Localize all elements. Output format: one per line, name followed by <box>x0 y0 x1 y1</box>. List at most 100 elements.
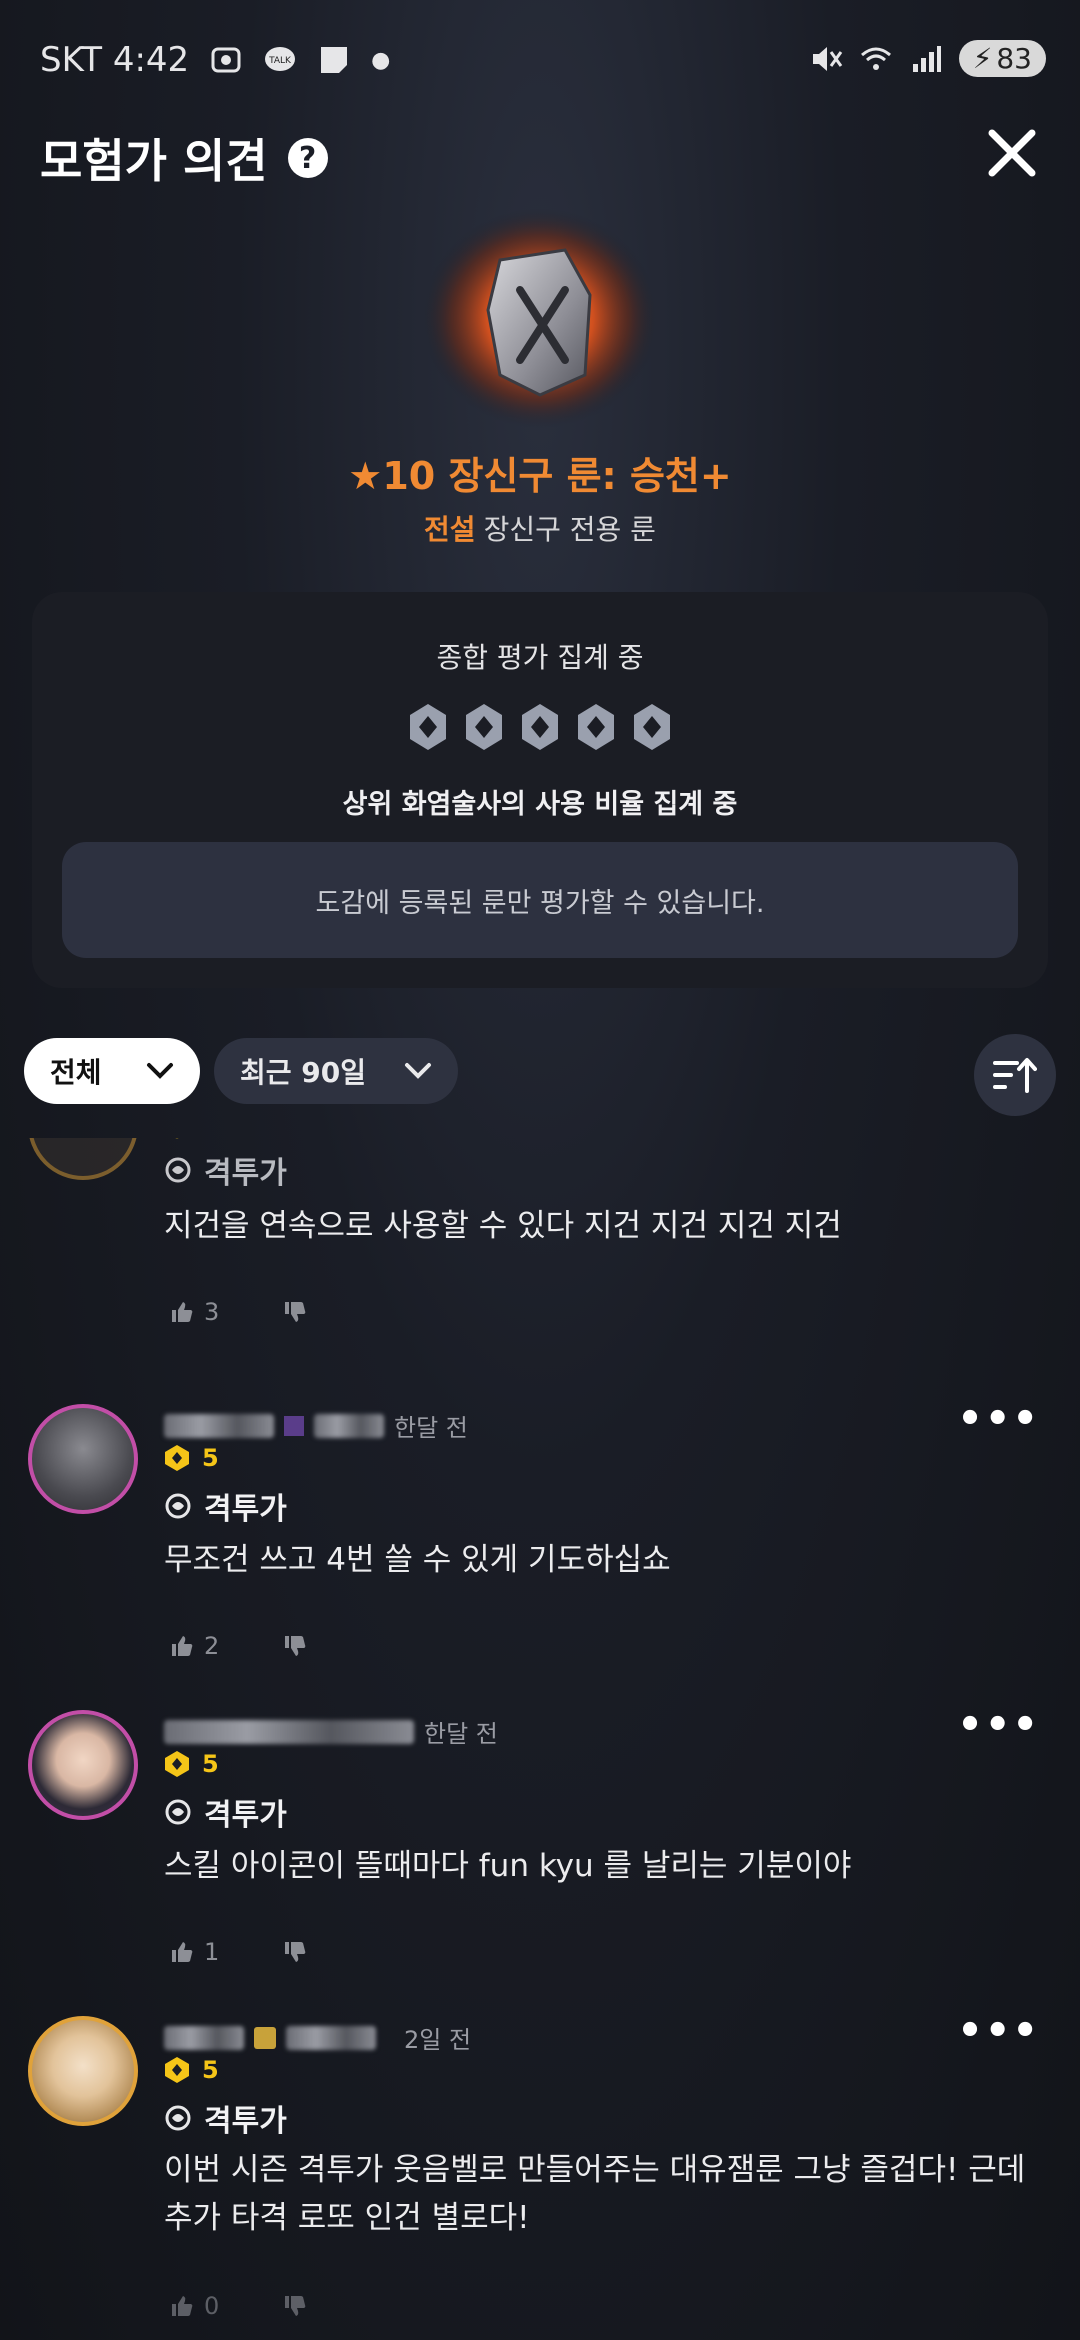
class-fist-icon <box>165 2105 191 2131</box>
class-name: 격투가 <box>204 2104 287 2139</box>
status-left: SKT 4:42 TALK ● <box>40 40 390 80</box>
level-value: 5 <box>202 1750 219 1778</box>
page-title: 모험가 의견 <box>40 134 268 188</box>
like-button[interactable]: 3 <box>170 1298 219 1326</box>
avatar[interactable] <box>28 1138 138 1180</box>
close-icon[interactable] <box>984 125 1040 181</box>
reaction-row: 3 <box>170 1298 307 1326</box>
period-filter-dropdown[interactable]: 최근 90일 <box>214 1038 458 1104</box>
author-meta: 2일 전 <box>164 2020 471 2055</box>
class-name: 격투가 <box>204 1798 287 1833</box>
author-badge <box>284 1415 304 1436</box>
rating-placeholder-icon <box>410 704 446 750</box>
evaluation-card: 종합 평가 집계 중 상위 화염술사의 사용 비율 집계 중 도감에 등록된 룬… <box>32 592 1048 988</box>
like-count: 2 <box>204 1632 220 1660</box>
rating-placeholder-icon <box>634 704 670 750</box>
thumbs-down-icon <box>285 1636 306 1656</box>
level-value: 5 <box>202 1138 219 1140</box>
mute-icon <box>812 46 842 71</box>
battery-level: 83 <box>996 42 1032 75</box>
wifi-icon <box>860 47 891 70</box>
rating-placeholder-icon <box>522 704 558 750</box>
author-name-redacted <box>164 1413 274 1438</box>
author-name-redacted <box>164 2025 244 2050</box>
avatar[interactable] <box>28 1710 138 1820</box>
like-button[interactable]: 0 <box>170 2292 219 2320</box>
signal-icon <box>912 45 941 72</box>
rune-subtitle: 전설 장신구 전용 룬 <box>0 508 1080 548</box>
usage-ratio-text: 상위 화염술사의 사용 비율 집계 중 <box>342 789 738 820</box>
class-label: 격투가 <box>164 1484 287 1528</box>
thumbs-down-icon <box>285 1302 306 1322</box>
rating-placeholder-icon <box>466 704 502 750</box>
class-fist-icon <box>165 1157 191 1183</box>
thumbs-up-icon <box>172 1636 193 1656</box>
rune-type: 장신구 전용 룬 <box>483 513 656 546</box>
header: 모험가 의견 ? <box>40 125 1040 195</box>
comment-text: 무조건 쓰고 4번 쓸 수 있게 기도하십쇼 <box>164 1542 671 1578</box>
status-bar: SKT 4:42 TALK ● ⚡ 83 <box>0 0 1080 120</box>
note-icon <box>321 47 348 73</box>
dislike-button[interactable] <box>283 1634 307 1658</box>
sort-icon <box>993 1058 1037 1093</box>
reaction-row: 0 <box>170 2292 307 2320</box>
comment-time: 2일 전 <box>404 2026 472 2054</box>
like-count: 0 <box>204 2292 220 2320</box>
reaction-row: 1 <box>170 1938 307 1966</box>
battery-indicator: ⚡ 83 <box>958 40 1046 77</box>
class-name: 격투가 <box>204 1492 287 1527</box>
comment-list[interactable]: 5 격투가 지건을 연속으로 사용할 수 있다 지건 지건 지건 지건 3 한달… <box>0 1138 1080 2340</box>
sort-button[interactable] <box>974 1034 1056 1116</box>
screenshot-icon <box>211 47 241 73</box>
author-meta: 한달 전 <box>164 1714 498 1749</box>
evaluation-notice: 도감에 등록된 룬만 평가할 수 있습니다. <box>62 842 1018 958</box>
avatar[interactable] <box>28 1404 138 1514</box>
thumbs-up-icon <box>172 2296 193 2316</box>
page-title-wrap: 모험가 의견 ? <box>40 125 328 191</box>
like-count: 1 <box>204 1938 220 1966</box>
like-button[interactable]: 1 <box>170 1938 219 1966</box>
more-options-button[interactable]: ••• <box>957 1702 1040 1748</box>
class-label: 격투가 <box>164 1790 287 1834</box>
level-icon <box>165 1751 189 1777</box>
level-value: 5 <box>202 2056 219 2084</box>
chevron-down-icon <box>405 1063 431 1079</box>
class-name: 격투가 <box>204 1156 287 1191</box>
comment-item: 한달 전 ••• 5 격투가 스킬 아이콘이 뜰때마다 fun kyu 를 날리… <box>0 1702 1080 2010</box>
thumbs-down-icon <box>285 1942 306 1962</box>
dislike-button[interactable] <box>283 1940 307 1964</box>
author-tag-redacted <box>314 1413 384 1438</box>
reaction-row: 2 <box>170 1632 307 1660</box>
level-icon <box>165 2057 189 2083</box>
more-options-button[interactable]: ••• <box>957 2008 1040 2054</box>
level-icon <box>165 1445 189 1471</box>
comment-time: 한달 전 <box>424 1720 498 1748</box>
comment-text: 지건을 연속으로 사용할 수 있다 지건 지건 지건 지건 <box>164 1208 842 1244</box>
scope-filter-dropdown[interactable]: 전체 <box>24 1038 200 1104</box>
help-icon[interactable]: ? <box>287 138 328 178</box>
rune-name: ★10 장신구 룬: 승천+ <box>348 454 732 498</box>
charging-icon: ⚡ <box>972 42 993 75</box>
rating-placeholder-icon <box>578 704 614 750</box>
class-fist-icon <box>165 1493 191 1519</box>
dislike-button[interactable] <box>283 1300 307 1324</box>
comment-text: 스킬 아이콘이 뜰때마다 fun kyu 를 날리는 기분이야 <box>164 1848 852 1884</box>
level-value: 5 <box>202 1444 219 1472</box>
comment-time: 한달 전 <box>394 1414 468 1442</box>
rune-grade: 전설 <box>424 513 476 546</box>
comment-item: 2일 전 ••• 5 격투가 이번 시즌 격투가 웃음벨로 만들어주는 대유잼룬… <box>0 2008 1080 2340</box>
class-label: 격투가 <box>164 1148 287 1192</box>
comment-item: 5 격투가 지건을 연속으로 사용할 수 있다 지건 지건 지건 지건 3 <box>0 1138 1080 1390</box>
like-button[interactable]: 2 <box>170 1632 219 1660</box>
carrier-time: SKT 4:42 <box>40 40 190 80</box>
comment-text: 이번 시즌 격투가 웃음벨로 만들어주는 대유잼룬 그냥 즐겁다! 근데 추가 … <box>164 2152 1026 2236</box>
avatar[interactable] <box>28 2016 138 2126</box>
svg-text:TALK: TALK <box>268 56 292 66</box>
dislike-button[interactable] <box>283 2294 307 2318</box>
thumbs-up-icon <box>172 1942 193 1962</box>
thumbs-down-icon <box>285 2296 306 2316</box>
more-options-button[interactable]: ••• <box>957 1396 1040 1442</box>
rune-image <box>390 200 690 450</box>
author-name-redacted <box>164 1719 414 1744</box>
rating-icons <box>32 702 1048 752</box>
